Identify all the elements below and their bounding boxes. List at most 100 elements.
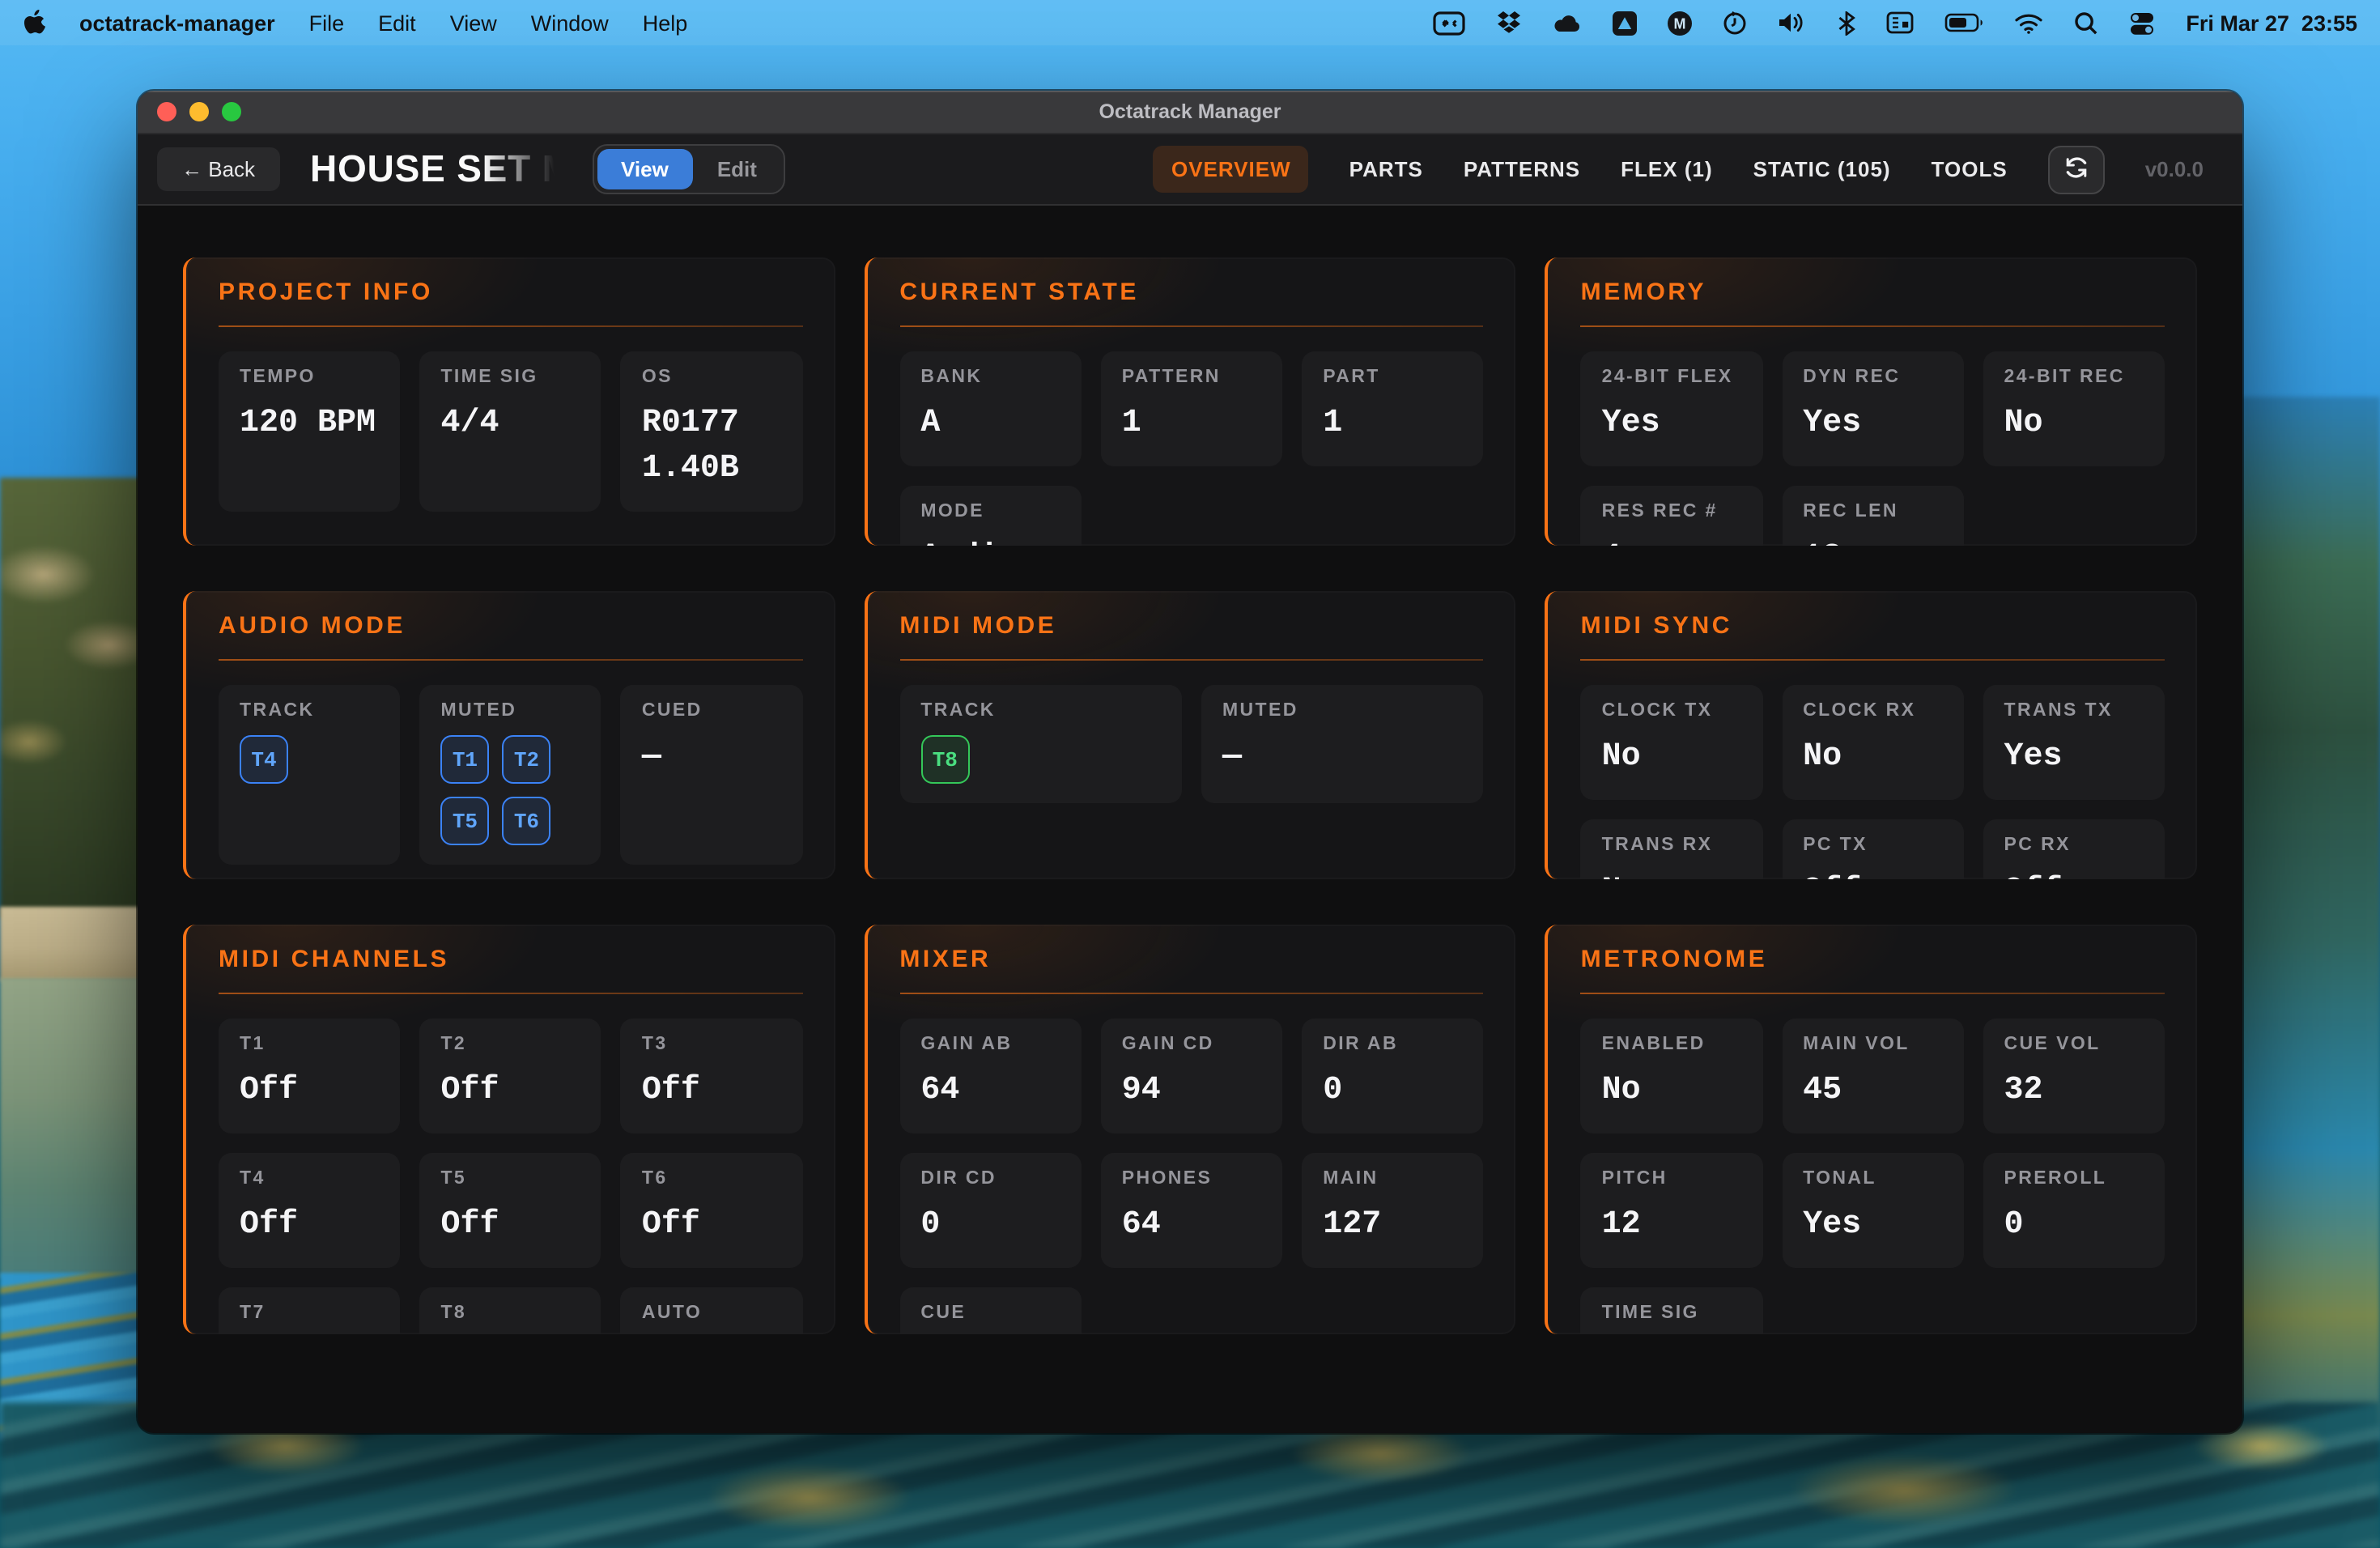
stat-midi-muted: MUTED — (1201, 685, 1484, 803)
tab-parts[interactable]: PARTS (1349, 146, 1423, 193)
dropbox-icon[interactable] (1496, 11, 1522, 35)
menu-app-name[interactable]: octatrack-manager (79, 11, 275, 35)
stat-value: 4 (1602, 536, 1741, 546)
stat-channel-t6: T6 Off (620, 1153, 803, 1268)
control-center-icon[interactable] (2129, 11, 2155, 35)
back-button[interactable]: ← Back (157, 147, 280, 191)
card-divider (899, 325, 1484, 327)
stat-audio-cued: CUED — (620, 685, 803, 865)
input-source-icon[interactable] (1886, 11, 1914, 34)
edit-toggle-button[interactable]: Edit (693, 149, 781, 189)
card-midi-mode: MIDI MODE TRACK T8 MUTED — (864, 591, 1516, 879)
stat-tempo: TEMPO 120 BPM (219, 351, 401, 512)
menu-item-help[interactable]: Help (643, 11, 688, 35)
stat-value: Yes (1803, 405, 1862, 442)
m-app-icon[interactable]: M (1668, 11, 1693, 35)
stat-gain-ab: GAIN AB 64 (899, 1019, 1082, 1133)
stat-preroll: PREROLL 0 (1983, 1153, 2165, 1268)
menu-item-file[interactable]: File (309, 11, 345, 35)
stat-label: TRANS RX (1601, 836, 1713, 855)
tab-tools[interactable]: TOOLS (1932, 146, 2008, 193)
menu-item-view[interactable]: View (450, 11, 497, 35)
window-titlebar[interactable]: Octatrack Manager (138, 91, 2242, 134)
stat-rec-len: REC LEN 18 (1782, 486, 1964, 546)
menu-item-edit[interactable]: Edit (378, 11, 416, 35)
stat-24bit-rec: 24-BIT REC No (1983, 351, 2165, 466)
stat-label: CLOCK TX (1601, 701, 1713, 721)
card-divider (1580, 993, 2165, 994)
stat-channel-t1: T1 Off (219, 1019, 401, 1133)
card-title: CURRENT STATE (899, 279, 1139, 306)
screen-mirroring-icon[interactable] (1433, 11, 1465, 35)
project-title: HOUSE SET M (310, 147, 557, 189)
stat-value: Off (1803, 870, 1942, 879)
menu-item-window[interactable]: Window (531, 11, 609, 35)
tab-static[interactable]: STATIC (105) (1753, 146, 1891, 193)
zoom-window-button[interactable] (222, 102, 241, 121)
stat-gain-cd: GAIN CD 94 (1100, 1019, 1283, 1133)
stat-label: T5 (440, 1169, 467, 1189)
stat-value: 12 (1601, 1206, 1641, 1244)
stat-label: REC LEN (1803, 502, 1898, 521)
stat-pc-tx: PC TX Off (1782, 819, 1964, 879)
octatrack-manager-window: Octatrack Manager ← Back HOUSE SET M Vie… (138, 91, 2242, 1433)
stat-audio-track: TRACK T4 (219, 685, 401, 865)
stat-value: Yes (2004, 738, 2063, 776)
tab-patterns[interactable]: PATTERNS (1464, 146, 1580, 193)
stat-value: Off (641, 1206, 700, 1244)
tab-flex[interactable]: FLEX (1) (1621, 146, 1712, 193)
stat-label: PITCH (1601, 1169, 1668, 1189)
nav-tabs: OVERVIEW PARTS PATTERNS FLEX (1) STATIC … (1153, 145, 2204, 194)
refresh-button[interactable] (2047, 145, 2105, 194)
stat-value: 0 (1323, 1072, 1343, 1109)
card-title: MIDI CHANNELS (219, 946, 450, 973)
track-chip-t8: T8 (920, 735, 970, 784)
desktop: octatrack-manager File Edit View Window … (0, 0, 2380, 1548)
wallpaper-right-trees (2241, 397, 2380, 1441)
stat-value: 0 (2004, 1206, 2024, 1244)
stat-main: MAIN 127 (1302, 1153, 1484, 1268)
stat-value: 64 (1121, 1206, 1161, 1244)
stat-value: 0 (920, 1206, 941, 1244)
stat-value: Audio (920, 536, 1060, 546)
stat-label: T4 (240, 1169, 266, 1189)
card-divider (219, 659, 803, 661)
stat-label: TRANS TX (2004, 701, 2113, 721)
stat-pc-rx: PC RX Off (1983, 819, 2165, 879)
stat-label: MUTED (1222, 701, 1298, 721)
stat-label: T3 (641, 1035, 668, 1054)
stat-value: No (1602, 870, 1741, 879)
volume-icon[interactable] (1778, 11, 1807, 34)
stat-audio-muted: MUTED T1 T2 T5 T6 (419, 685, 601, 865)
stat-dir-cd: DIR CD 0 (899, 1153, 1082, 1268)
stat-main-vol: MAIN VOL 45 (1782, 1019, 1964, 1133)
battery-icon[interactable] (1944, 13, 1983, 32)
stat-value: No (2004, 405, 2043, 442)
stat-dir-ab: DIR AB 0 (1302, 1019, 1484, 1133)
stat-label: CUED (641, 701, 703, 721)
triangle-app-icon[interactable] (1613, 11, 1638, 35)
stat-label: GAIN CD (1121, 1035, 1214, 1054)
close-window-button[interactable] (157, 102, 176, 121)
stat-phones: PHONES 64 (1100, 1153, 1283, 1268)
cloud-icon[interactable] (1553, 12, 1582, 33)
tab-overview[interactable]: OVERVIEW (1153, 146, 1309, 193)
spotlight-icon[interactable] (2074, 11, 2098, 35)
wifi-icon[interactable] (2014, 12, 2043, 33)
stat-clock-rx: CLOCK RX No (1782, 685, 1964, 800)
stat-trans-tx: TRANS TX Yes (1983, 685, 2165, 800)
stat-label: AUTO (641, 1303, 703, 1323)
card-midi-sync: MIDI SYNC CLOCK TX No CLOCK RX No TRANS … (1545, 591, 2197, 879)
stat-label: TIME SIG (440, 368, 538, 387)
minimize-window-button[interactable] (189, 102, 209, 121)
menu-clock[interactable]: Fri Mar 27 23:55 (2186, 11, 2357, 35)
stat-value: Off (440, 1072, 499, 1109)
bluetooth-icon[interactable] (1838, 11, 1856, 35)
stat-channel-t2: T2 Off (419, 1019, 601, 1133)
card-metronome: METRONOME ENABLED No MAIN VOL 45 CUE VOL… (1545, 925, 2197, 1334)
stat-label: PHONES (1121, 1169, 1213, 1189)
time-machine-icon[interactable] (1723, 11, 1747, 35)
muted-chip-t5: T5 (440, 797, 490, 845)
apple-menu-icon[interactable] (23, 10, 45, 36)
view-toggle-button[interactable]: View (597, 149, 693, 189)
